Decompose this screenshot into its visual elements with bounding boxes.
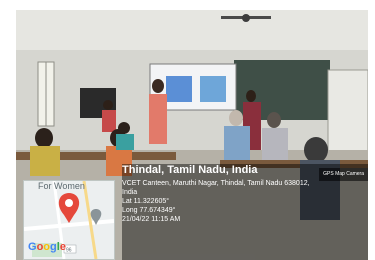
address-line-2: India <box>122 189 138 196</box>
datetime-text: 21/04/22 11:15 AM <box>122 216 181 223</box>
geotag-info-panel: Thindal, Tamil Nadu, India GPS Map Camer… <box>122 164 368 260</box>
presenter <box>149 94 167 144</box>
google-logo: Google <box>28 241 66 253</box>
map-thumbnail[interactable]: 96 For Women Google <box>23 180 115 260</box>
svg-text:96: 96 <box>66 248 72 254</box>
longitude-text: Long 77.674349° <box>122 207 176 214</box>
geotag-overlay: 96 For Women Google Thindal, Tamil Nadu,… <box>16 156 368 260</box>
latitude-text: Lat 11.322605° <box>122 198 170 205</box>
location-title: Thindal, Tamil Nadu, India <box>122 164 258 176</box>
photo-frame: 96 For Women Google Thindal, Tamil Nadu,… <box>16 10 368 260</box>
map-place-label: For Women <box>38 181 85 191</box>
address-line-1: VCET Canteen, Maruthi Nagar, Thindal, Ta… <box>122 180 310 187</box>
